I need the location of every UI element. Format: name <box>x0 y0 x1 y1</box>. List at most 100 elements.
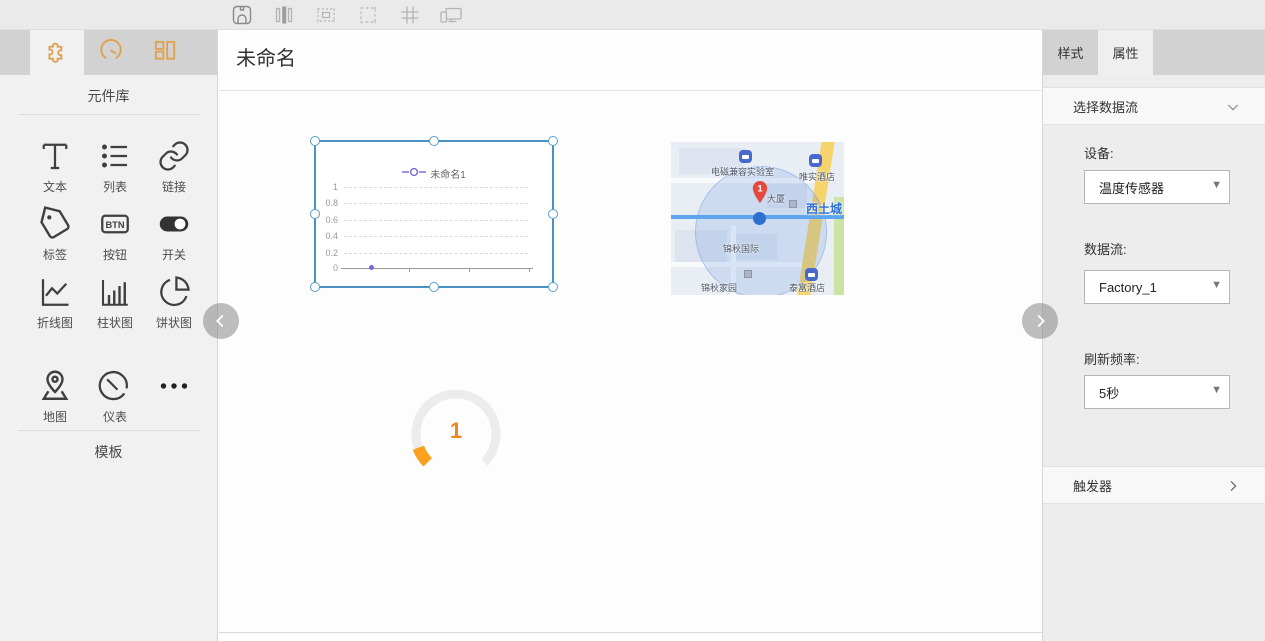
collapse-left-panel-button[interactable] <box>203 303 239 339</box>
gridline <box>344 253 528 254</box>
map-label: 唯实酒店 <box>799 170 835 183</box>
divider <box>18 430 200 431</box>
y-tick: 1 <box>316 182 338 192</box>
top-toolbar <box>0 0 1265 30</box>
sidebar-tabbar <box>0 30 217 75</box>
stream-select[interactable]: Factory_1 ▼ <box>1084 270 1230 304</box>
map-icon <box>25 368 85 404</box>
svg-text:1: 1 <box>757 184 763 195</box>
refresh-select[interactable]: 5秒 ▼ <box>1084 375 1230 409</box>
refresh-label: 刷新频率: <box>1084 349 1140 368</box>
divider <box>18 114 200 115</box>
canvas-bottom-divider <box>219 632 1042 633</box>
y-tick: 0 <box>316 263 338 273</box>
device-select-value: 温度传感器 <box>1099 178 1164 197</box>
dropdown-arrow-icon: ▼ <box>1211 279 1222 291</box>
component-link[interactable]: 链接 <box>144 138 204 195</box>
y-tick: 0.2 <box>316 248 338 258</box>
stream-select-value: Factory_1 <box>1099 280 1157 295</box>
component-more[interactable] <box>144 368 204 408</box>
dropdown-arrow-icon: ▼ <box>1211 384 1222 396</box>
component-list[interactable]: 列表 <box>85 138 145 195</box>
map-label: 锦秋家园 <box>701 281 737 294</box>
puzzle-icon <box>44 37 70 68</box>
component-tag[interactable]: 标签 <box>25 206 85 263</box>
map-road-label: 西土城 <box>806 200 842 217</box>
datastream-section-header[interactable]: 选择数据流 <box>1043 87 1265 125</box>
sidebar-tab-components[interactable] <box>30 30 84 75</box>
tab-properties[interactable]: 属性 <box>1098 30 1153 75</box>
location-dot <box>753 212 766 225</box>
save-icon[interactable] <box>230 3 254 27</box>
devices-preview-icon[interactable] <box>438 3 462 27</box>
device-label: 设备: <box>1084 143 1114 162</box>
resize-handle-ne[interactable] <box>548 136 558 146</box>
component-map[interactable]: 地图 <box>25 368 85 425</box>
text-icon <box>25 138 85 174</box>
collapse-right-panel-button[interactable] <box>1022 303 1058 339</box>
component-pie-chart[interactable]: 饼状图 <box>144 274 204 331</box>
gridline <box>344 220 528 221</box>
resize-handle-n[interactable] <box>429 136 439 146</box>
gridline <box>344 187 528 188</box>
gauge-value: 1 <box>404 418 508 444</box>
library-title: 元件库 <box>0 86 217 106</box>
component-button[interactable]: BTN 按钮 <box>85 206 145 263</box>
map-label: 锦秋国际 <box>723 242 759 255</box>
more-icon <box>144 368 204 404</box>
grid-icon[interactable] <box>398 3 422 27</box>
chevron-right-icon <box>1225 478 1241 499</box>
gauge-widget[interactable]: 1 <box>404 382 508 486</box>
poi-icon <box>739 150 752 163</box>
trigger-section-header[interactable]: 触发器 <box>1043 466 1265 504</box>
map-poi-mini <box>789 200 797 208</box>
resize-handle-nw[interactable] <box>310 136 320 146</box>
group-icon[interactable] <box>314 3 338 27</box>
tag-icon <box>25 206 85 242</box>
data-point <box>369 265 374 270</box>
resize-handle-sw[interactable] <box>310 282 320 292</box>
device-select[interactable]: 温度传感器 ▼ <box>1084 170 1230 204</box>
pie-chart-icon <box>144 274 204 310</box>
tab-style[interactable]: 样式 <box>1043 30 1098 75</box>
sidebar-tab-gauges[interactable] <box>84 30 138 75</box>
marquee-select-icon[interactable] <box>356 3 380 27</box>
chevron-left-icon <box>210 310 232 332</box>
refresh-select-value: 5秒 <box>1099 383 1119 402</box>
resize-handle-se[interactable] <box>548 282 558 292</box>
design-canvas[interactable]: 未命名 未命名1 1 0.8 0.6 0.4 0.2 0 <box>219 30 1042 641</box>
line-chart-widget[interactable]: 未命名1 1 0.8 0.6 0.4 0.2 0 <box>314 140 554 288</box>
meter-icon <box>85 368 145 404</box>
gridline <box>344 236 528 237</box>
button-icon: BTN <box>85 206 145 242</box>
chevron-right-icon <box>1029 310 1051 332</box>
map-pin-icon: 1 <box>751 180 769 211</box>
x-tick <box>469 269 470 272</box>
component-meter[interactable]: 仪表 <box>85 368 145 425</box>
hotel-icon <box>805 268 818 281</box>
template-title: 模板 <box>0 442 217 462</box>
component-bar-chart[interactable]: 柱状图 <box>85 274 145 331</box>
hotel-icon <box>809 154 822 167</box>
x-tick <box>529 269 530 272</box>
layout-icon <box>152 37 178 68</box>
component-line-chart[interactable]: 折线图 <box>25 274 85 331</box>
gauge-icon <box>98 37 124 68</box>
component-switch[interactable]: 开关 <box>144 206 204 263</box>
component-text[interactable]: 文本 <box>25 138 85 195</box>
align-center-icon[interactable] <box>272 3 296 27</box>
x-tick <box>409 269 410 272</box>
map-label: 电磁兼容实验室 <box>711 165 774 178</box>
sidebar-tab-layouts[interactable] <box>138 30 192 75</box>
map-label: 泰富酒店 <box>789 281 825 294</box>
link-icon <box>144 138 204 174</box>
resize-handle-e[interactable] <box>548 209 558 219</box>
resize-handle-s[interactable] <box>429 282 439 292</box>
bar-chart-icon <box>85 274 145 310</box>
map-widget[interactable]: 电磁兼容实验室 唯实酒店 大厦 西土城 锦秋国际 锦秋家园 泰富酒店 1 <box>671 142 844 295</box>
stream-label: 数据流: <box>1084 239 1127 258</box>
gridline <box>344 203 528 204</box>
resize-handle-w[interactable] <box>310 209 320 219</box>
dashboard-editor: 元件库 文本 列表 链接 标签 BTN 按钮 开关 <box>0 0 1265 641</box>
line-chart-icon <box>25 274 85 310</box>
